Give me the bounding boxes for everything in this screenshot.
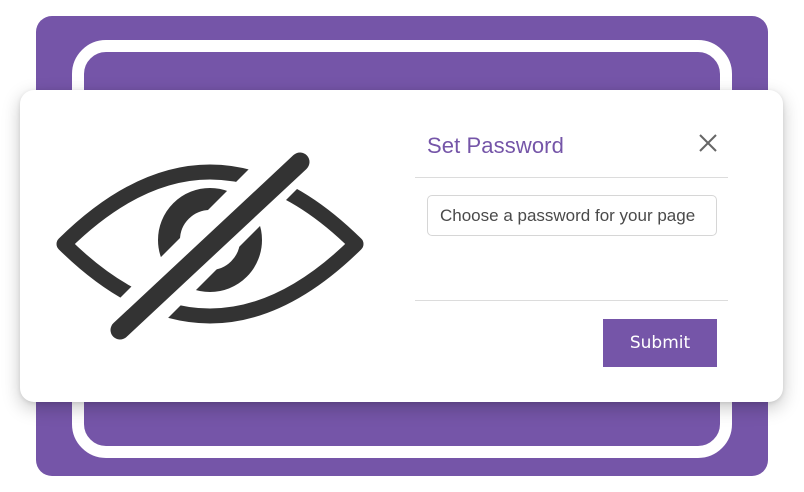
- close-icon: [699, 134, 717, 152]
- dialog-title: Set Password: [427, 133, 564, 158]
- eye-slash-icon: [50, 150, 372, 346]
- footer-divider: [415, 300, 728, 301]
- set-password-dialog: Set Password Submit: [20, 90, 783, 402]
- stage: Set Password Submit: [0, 0, 804, 492]
- submit-button[interactable]: Submit: [603, 319, 717, 367]
- close-button[interactable]: [694, 130, 722, 158]
- password-input[interactable]: [427, 195, 717, 236]
- header-divider: [415, 177, 728, 178]
